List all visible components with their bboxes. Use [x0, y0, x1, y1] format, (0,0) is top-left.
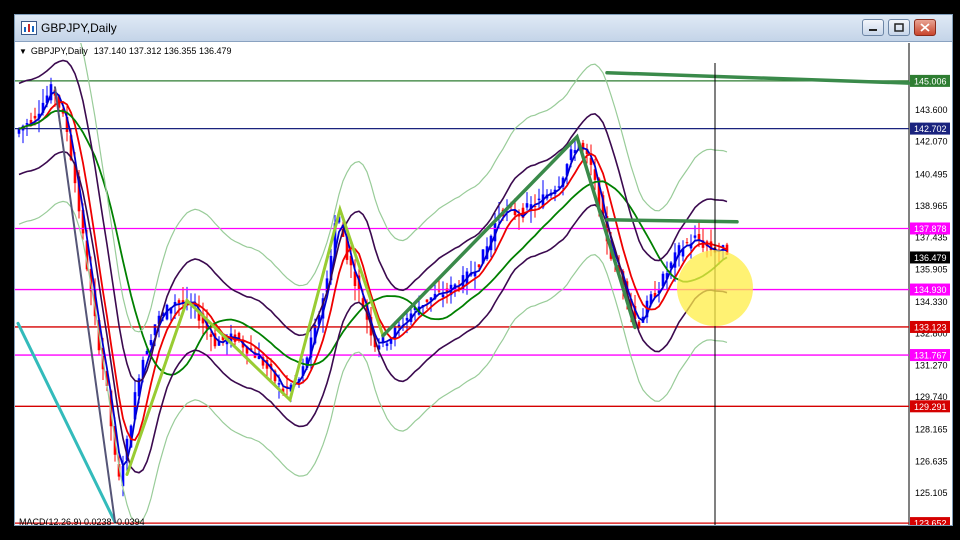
price-axis-label: 143.600: [915, 105, 948, 115]
candle-body: [569, 149, 573, 160]
price-axis-label: 128.165: [915, 425, 948, 435]
ohlc-low: 136.355: [163, 46, 197, 56]
minimize-icon: [869, 29, 877, 31]
candle-body: [145, 351, 149, 355]
minimize-button[interactable]: [862, 19, 884, 36]
candle-body: [477, 264, 481, 268]
chart-header: ▼ GBPJPY,Daily 137.140 137.312 136.355 136…: [19, 46, 232, 56]
ohlc-open: 137.140: [93, 46, 127, 56]
price-tag-label: 142.702: [914, 124, 947, 134]
chart-icon: [21, 21, 37, 35]
macd-label: MACD(12,26,9) 0.0238 -0.0394: [19, 517, 145, 526]
price-tag-label: 123.652: [914, 519, 947, 526]
chart-window: GBPJPY,Daily 143.600 142.070 140.495 138.96…: [14, 14, 953, 526]
candle-body: [525, 203, 529, 208]
candle-body: [33, 115, 37, 119]
resistance-line: [605, 218, 739, 224]
close-button[interactable]: [914, 19, 936, 36]
candle-body: [209, 334, 213, 337]
price-axis-label: 131.270: [915, 360, 948, 370]
price-tag-label: 129.291: [914, 402, 947, 412]
candle-body: [437, 290, 441, 292]
candle-body: [405, 317, 409, 321]
price-axis-label: 134.330: [915, 297, 948, 307]
candle-body: [693, 235, 697, 238]
dropdown-arrow-icon[interactable]: ▼: [19, 47, 27, 56]
title-bar[interactable]: GBPJPY,Daily: [15, 15, 952, 42]
window-title: GBPJPY,Daily: [41, 21, 117, 35]
candle-body: [177, 300, 181, 304]
chart-area[interactable]: 143.600 142.070 140.495 138.965 137.435 135.9…: [15, 43, 953, 526]
price-tag-label: 133.123: [914, 322, 947, 332]
envelope-lower-line: [18, 200, 728, 524]
price-tag-label: 145.006: [914, 76, 947, 86]
price-axis-labels: 143.600142.070140.495138.965137.435135.9…: [915, 105, 948, 525]
price-tag-label: 136.479: [914, 253, 947, 263]
price-axis-label: 138.965: [915, 201, 948, 211]
candle-body: [637, 321, 641, 327]
candle-body: [149, 340, 153, 345]
price-axis-label: 125.105: [915, 488, 948, 498]
ohlc-high: 137.312: [128, 46, 162, 56]
ohlc-close: 136.479: [198, 46, 232, 56]
symbol-label: GBPJPY,Daily: [30, 46, 88, 56]
candle-body: [17, 128, 21, 134]
upper-trend-line: [605, 70, 911, 85]
price-tag-label: 131.767: [914, 351, 947, 361]
envelope-upper-line: [80, 43, 728, 333]
chart-overlays: [15, 43, 911, 525]
price-axis-label: 142.070: [915, 137, 948, 147]
maximize-icon: [894, 23, 904, 32]
maximize-button[interactable]: [888, 19, 910, 36]
price-tag-label: 137.878: [914, 224, 947, 234]
price-axis-label: 140.495: [915, 169, 948, 179]
price-axis-label: 126.635: [915, 456, 948, 466]
candle-body: [425, 299, 429, 302]
close-icon: [920, 23, 930, 32]
candle-body: [277, 383, 281, 385]
candle-body: [685, 242, 689, 244]
price-axis-label: 135.905: [915, 264, 948, 274]
price-chart[interactable]: 143.600142.070140.495138.965137.435135.9…: [15, 43, 953, 526]
trend-zigzag-line: [381, 133, 637, 338]
candle-body: [385, 343, 389, 346]
highlight-circle: [677, 250, 753, 327]
price-tag-label: 134.930: [914, 285, 947, 295]
candle-body: [441, 294, 445, 298]
candle-body: [537, 198, 541, 201]
